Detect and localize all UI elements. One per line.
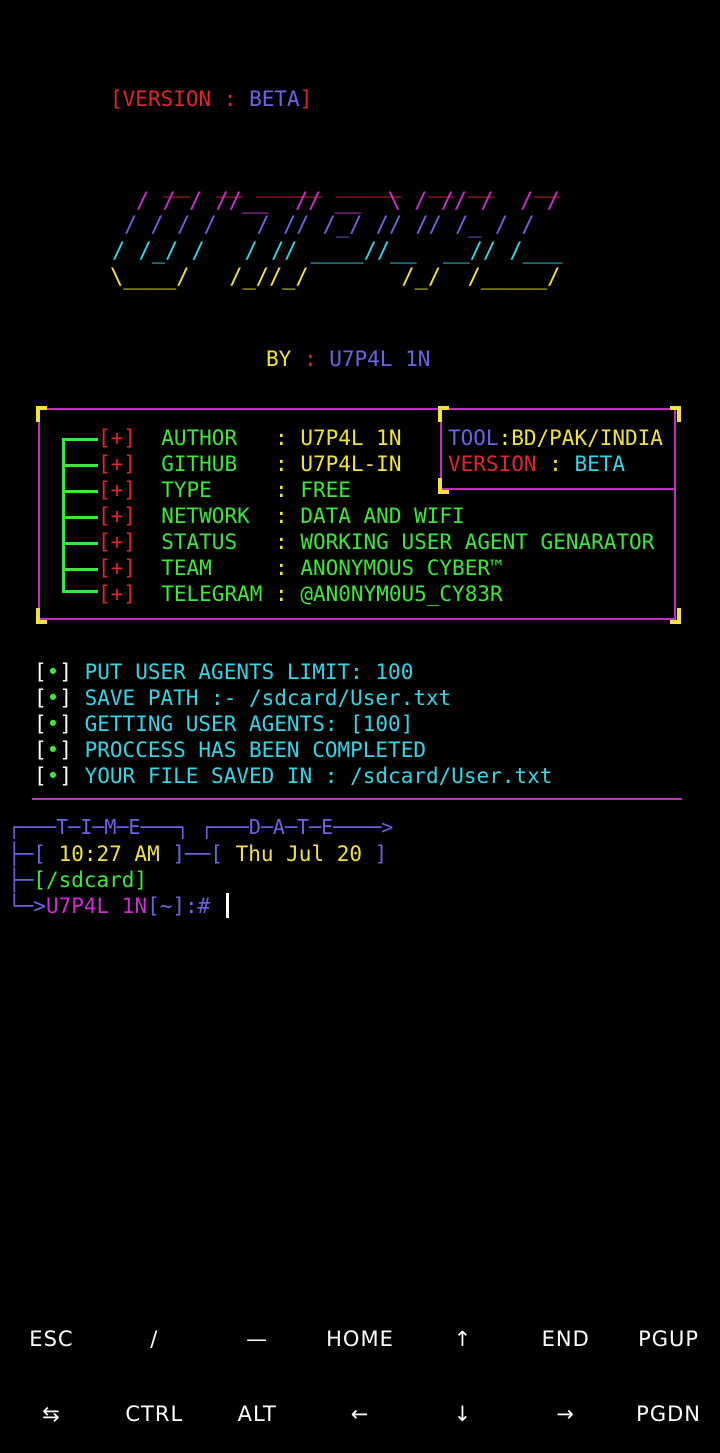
prompt-time-date: ├─[ 10:27 AM ]──[ Thu Jul 20 ] xyxy=(8,842,388,866)
tool-line: TOOL:BD/PAK/INDIA xyxy=(448,426,663,450)
logo-line-4: / /_/ / / // ____//__ __// /___ xyxy=(112,239,563,264)
log-line: [•] YOUR FILE SAVED IN : /sdcard/User.tx… xyxy=(34,764,553,788)
prompt-dir: ├─[/sdcard] xyxy=(8,868,148,892)
tool-version-line: VERSION : BETA xyxy=(448,452,626,476)
prompt-input-line[interactable]: └─>U7P4L 1N[~]:# xyxy=(8,893,210,919)
extra-keys-row-2: ⇆ CTRL ALT ← ↓ → PGDN xyxy=(0,1401,720,1427)
slash-key[interactable]: / xyxy=(103,1326,206,1352)
clock-date: Thu Jul 20 xyxy=(235,842,363,866)
log-line: [•] PUT USER AGENTS LIMIT: 100 xyxy=(34,660,414,684)
box-corner-bl xyxy=(36,608,47,624)
info-row-network: [+] NETWORK : DATA AND WIFI xyxy=(98,504,465,528)
info-row-telegram: [+] TELEGRAM : @AN0NYM0U5_CY83R xyxy=(98,582,503,606)
text-cursor xyxy=(226,893,229,918)
log-line: [•] GETTING USER AGENTS: [100] xyxy=(34,712,414,736)
dash-key[interactable]: — xyxy=(206,1326,309,1352)
box-corner-tl xyxy=(36,406,47,422)
pgup-key[interactable]: PGUP xyxy=(617,1326,720,1352)
extra-keys-row-1: ESC / — HOME ↑ END PGUP xyxy=(0,1326,720,1352)
box-corner-br xyxy=(670,608,681,624)
logo-line-3: / / / / / // /_/ // // /_ / / xyxy=(124,213,535,238)
info-row-github: [+] GITHUB : U7P4L-IN xyxy=(98,452,402,476)
ctrl-key[interactable]: CTRL xyxy=(103,1401,206,1427)
alt-key[interactable]: ALT xyxy=(206,1401,309,1427)
clock-time: 10:27 AM xyxy=(58,842,160,866)
tree-connector xyxy=(62,430,98,596)
tab-key[interactable]: ⇆ xyxy=(0,1401,103,1427)
up-arrow-key[interactable]: ↑ xyxy=(411,1326,514,1352)
divider xyxy=(32,798,682,800)
end-key[interactable]: END xyxy=(514,1326,617,1352)
esc-key[interactable]: ESC xyxy=(0,1326,103,1352)
info-row-team: [+] TEAM : ANONYMOUS CYBER™ xyxy=(98,556,503,580)
info-row-type: [+] TYPE : FREE xyxy=(98,478,351,502)
down-arrow-key[interactable]: ↓ xyxy=(411,1401,514,1427)
log-line: [•] PROCCESS HAS BEEN COMPLETED xyxy=(34,738,426,762)
home-key[interactable]: HOME xyxy=(309,1326,412,1352)
by-line: BY : U7P4L 1N xyxy=(266,347,431,371)
log-line: [•] SAVE PATH :- /sdcard/User.txt xyxy=(34,686,452,710)
logo-line-5: \____/ /_//_/ /_/ /_____/ xyxy=(110,265,561,290)
subbox-corner-bl xyxy=(438,478,449,494)
right-arrow-key[interactable]: → xyxy=(514,1401,617,1427)
subbox-corner-tl xyxy=(438,406,449,422)
prompt-header: ┌───T─I─M─E───┐ ┌───D─A─T─E────> xyxy=(8,815,394,839)
left-arrow-key[interactable]: ← xyxy=(309,1401,412,1427)
version-line: [VERSION : BETA] xyxy=(110,87,313,111)
info-row-author: [+] AUTHOR : U7P4L 1N xyxy=(98,426,402,450)
pgdn-key[interactable]: PGDN xyxy=(617,1401,720,1427)
info-row-status: [+] STATUS : WORKING USER AGENT GENARATO… xyxy=(98,530,655,554)
